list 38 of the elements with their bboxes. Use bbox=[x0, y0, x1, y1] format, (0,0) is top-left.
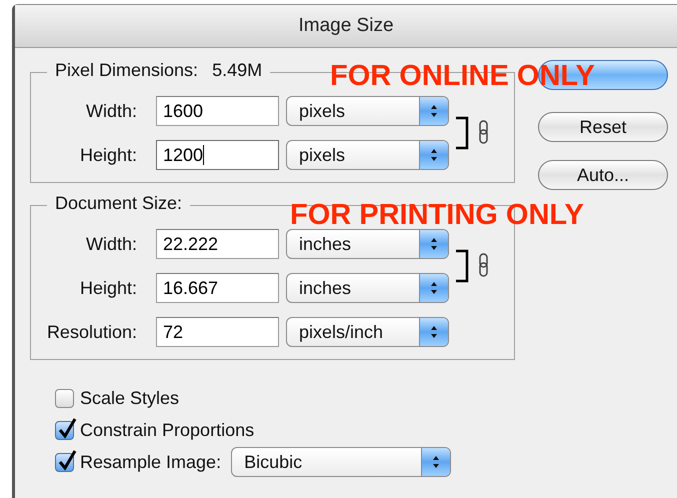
annotation-text: FOR PRINTING ONLY bbox=[290, 201, 584, 230]
number-field[interactable]: 22.222 bbox=[156, 229, 279, 259]
stepper-arrows-icon bbox=[430, 104, 438, 118]
window-title: Image Size bbox=[298, 15, 394, 37]
unit-dropdown[interactable]: pixels bbox=[286, 140, 449, 170]
number-field[interactable]: 72 bbox=[156, 317, 279, 347]
stepper-arrows-icon bbox=[430, 237, 438, 251]
dialog-button[interactable]: Auto... bbox=[538, 160, 668, 190]
resample-dropdown[interactable]: Bicubic bbox=[231, 447, 452, 477]
file-size-value: 5.49M bbox=[212, 60, 262, 81]
unit-dropdown[interactable]: pixels/inch bbox=[286, 317, 449, 347]
unit-dropdown[interactable]: pixels bbox=[286, 96, 449, 126]
checkbox[interactable] bbox=[55, 420, 74, 440]
field-label: Width: bbox=[84, 234, 138, 254]
dialog-button[interactable]: Reset bbox=[538, 112, 668, 142]
checkmark-icon bbox=[57, 416, 77, 438]
checkmark-icon bbox=[57, 448, 77, 470]
number-field[interactable]: 1200 bbox=[156, 140, 279, 170]
stepper-arrows-icon bbox=[430, 148, 438, 162]
checkbox-label: Constrain Proportions bbox=[80, 420, 254, 440]
stepper-arrows-icon bbox=[432, 455, 440, 469]
section-title: Document Size: bbox=[55, 193, 182, 214]
checkbox-label: Resample Image: bbox=[80, 452, 222, 472]
section-title: Pixel Dimensions: bbox=[55, 60, 198, 81]
checkbox[interactable] bbox=[55, 452, 74, 472]
stepper-arrows-icon bbox=[430, 281, 438, 295]
checkbox-label: Scale Styles bbox=[80, 388, 180, 408]
field-label: Height: bbox=[78, 144, 138, 166]
number-field[interactable]: 1600 bbox=[156, 96, 279, 126]
field-label: Height: bbox=[78, 278, 138, 298]
unit-dropdown[interactable]: inches bbox=[286, 229, 449, 259]
annotation-text: FOR ONLINE ONLY bbox=[330, 62, 595, 91]
field-label: Resolution: bbox=[46, 322, 138, 342]
stepper-arrows-icon bbox=[430, 325, 438, 339]
checkbox[interactable] bbox=[55, 388, 74, 408]
number-field[interactable]: 16.667 bbox=[156, 273, 279, 303]
field-label: Width: bbox=[84, 100, 138, 122]
unit-dropdown[interactable]: inches bbox=[286, 273, 449, 303]
